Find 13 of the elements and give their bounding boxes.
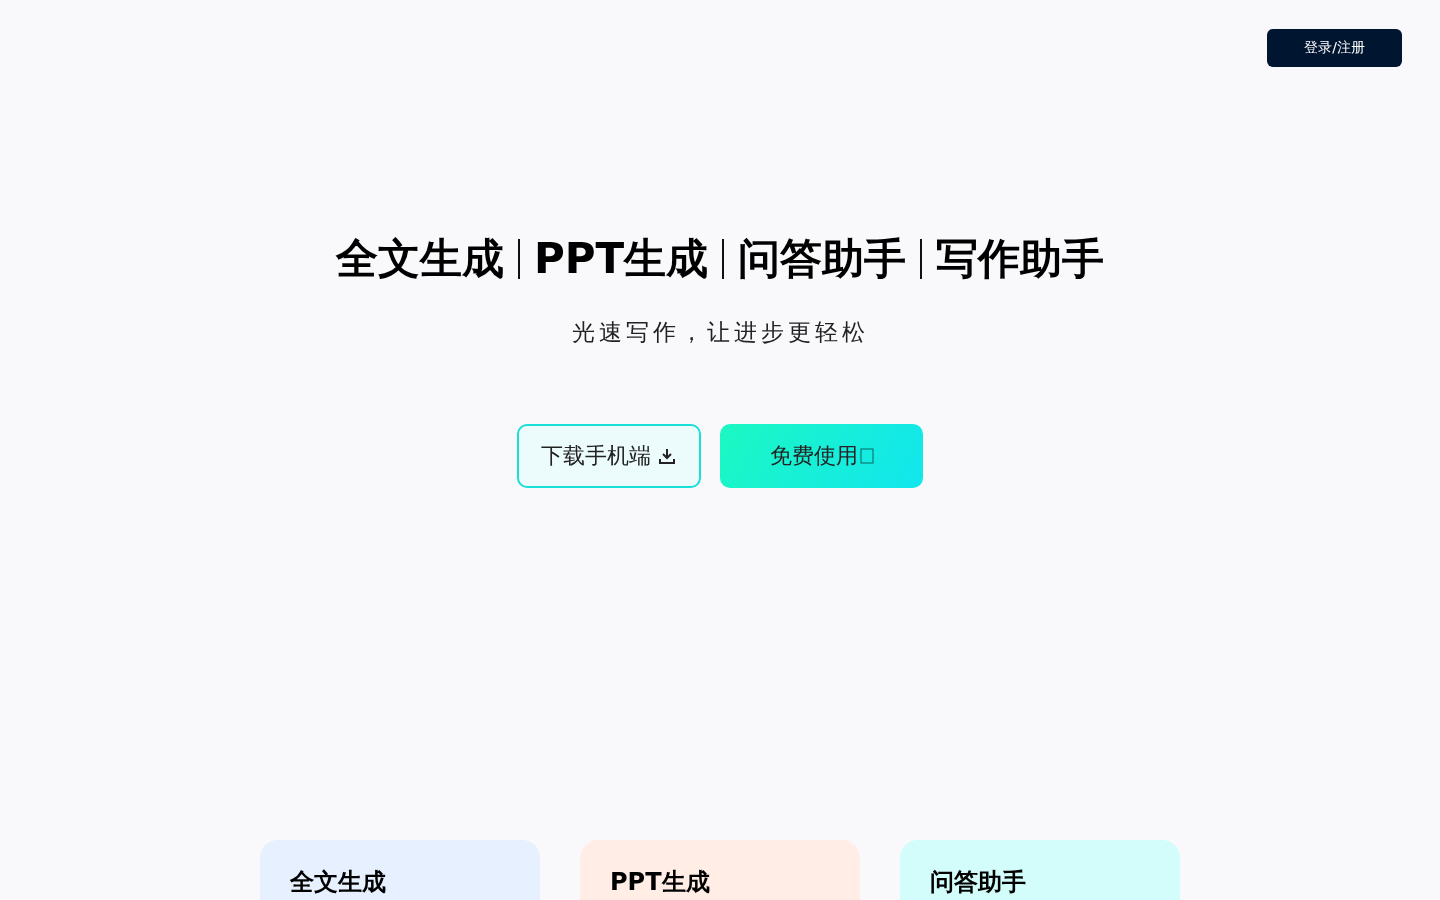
download-icon [657,446,677,466]
free-use-button[interactable]: 免费使用 [720,424,923,488]
download-app-button[interactable]: 下载手机端 [517,424,701,488]
feature-heading: 问答助手 [738,233,907,285]
login-button[interactable]: 登录/注册 [1267,29,1402,67]
square-icon [859,448,874,464]
card-title: 全文生成 [290,867,387,898]
card-title: 问答助手 [930,867,1027,898]
feature-heading: 全文生成 [335,233,504,285]
card-title: PPT生成 [610,867,711,898]
feature-heading: 写作助手 [936,233,1105,285]
tagline: 光速写作，让进步更轻松 [571,318,869,347]
feature-heading: PPT生成 [533,233,709,285]
